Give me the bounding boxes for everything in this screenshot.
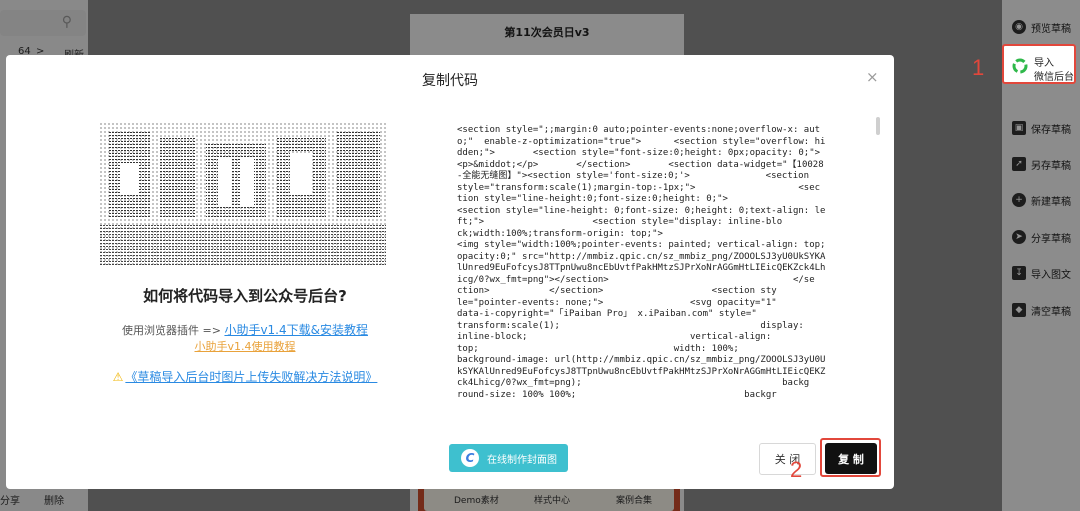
upload-failure-help-link[interactable]: ⚠ 《草稿导入后台时图片上传失败解决方法说明》	[6, 368, 484, 385]
plugin-tutorial-link[interactable]: 小助手v1.4使用教程	[6, 338, 484, 354]
close-button[interactable]: 关 闭	[759, 443, 816, 475]
plugin-prefix: 使用浏览器插件 =>	[122, 324, 225, 337]
plugin-instructions: 使用浏览器插件 => 小助手v1.4下载&安装教程	[6, 321, 484, 338]
warning-icon: ⚠	[112, 370, 124, 384]
close-icon[interactable]: ×	[866, 68, 879, 86]
warning-text: 《草稿导入后台时图片上传失败解决方法说明》	[125, 370, 378, 384]
import-instructions-heading: 如何将代码导入到公众号后台?	[143, 287, 347, 305]
cover-button-label: 在线制作封面图	[487, 454, 557, 466]
online-cover-maker-button[interactable]: C 在线制作封面图	[449, 444, 568, 472]
code-textarea[interactable]: <section style=";;margin:0 auto;pointer-…	[450, 118, 880, 410]
canva-logo-icon: C	[461, 449, 479, 467]
plugin-download-link[interactable]: 小助手v1.4下载&安装教程	[224, 323, 368, 337]
code-content: <section style=";;margin:0 auto;pointer-…	[457, 125, 826, 400]
import-label-line2: 微信后台	[1034, 72, 1074, 83]
recycle-icon	[1012, 58, 1028, 74]
copy-code-dialog: 复制代码 × 如何将代码导入到公众号后台? 使用浏览器插件 => 小助手v1.4…	[6, 55, 894, 489]
copy-button[interactable]: 复 制	[825, 443, 877, 474]
step-marker-1: 1	[972, 55, 985, 80]
step-marker-2: 2	[790, 457, 803, 482]
dialog-title: 复制代码	[422, 73, 478, 89]
import-label-line1: 导入	[1034, 58, 1054, 69]
code-scrollbar[interactable]	[876, 117, 880, 135]
import-wechat-backend-button[interactable]: 导入 微信后台	[1002, 44, 1076, 84]
code-art-image	[100, 123, 386, 265]
